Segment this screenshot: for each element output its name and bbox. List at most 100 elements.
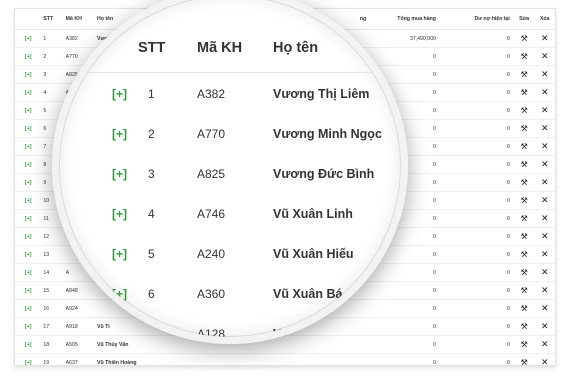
- edit-cell: ⚒: [513, 119, 535, 138]
- close-icon[interactable]: ✕: [541, 340, 549, 349]
- expand-toggle[interactable]: [+]: [15, 119, 44, 138]
- edit-tools-icon[interactable]: ⚒: [521, 160, 528, 169]
- delete-cell: ✕: [534, 335, 555, 354]
- delete-cell: ✕: [534, 47, 555, 66]
- row-du-no: 0: [439, 209, 514, 228]
- expand-toggle[interactable]: [+]: [15, 137, 44, 156]
- magnified-row: [+] 5 A240 Vũ Xuân Hiếu: [59, 246, 401, 286]
- magnified-row: [+] 6 A360 Vũ Xuân Bá: [59, 286, 401, 326]
- row-ma-kh: A637: [65, 353, 98, 365]
- expand-toggle[interactable]: [+]: [15, 65, 44, 84]
- expand-toggle[interactable]: [+]: [15, 317, 44, 336]
- edit-tools-icon[interactable]: ⚒: [521, 196, 528, 205]
- close-icon[interactable]: ✕: [541, 304, 549, 313]
- close-icon[interactable]: ✕: [541, 322, 549, 331]
- close-icon[interactable]: ✕: [541, 268, 549, 277]
- expand-toggle[interactable]: [+]: [15, 101, 44, 120]
- close-icon[interactable]: ✕: [541, 358, 549, 366]
- edit-tools-icon[interactable]: ⚒: [521, 142, 528, 151]
- magnified-ma-kh: A746: [197, 207, 226, 221]
- edit-tools-icon[interactable]: ⚒: [521, 304, 528, 313]
- magnified-ma-kh: A825: [197, 167, 226, 181]
- close-icon[interactable]: ✕: [541, 178, 549, 187]
- delete-cell: ✕: [534, 119, 555, 138]
- tong-mua-hang-column-header[interactable]: Tổng mua hàng: [369, 9, 440, 30]
- edit-cell: ⚒: [513, 47, 535, 66]
- magnified-stt: 6: [148, 287, 155, 301]
- magnified-ho-ten: Vương Thị Liêm: [273, 87, 370, 101]
- edit-cell: ⚒: [513, 173, 535, 192]
- edit-tools-icon[interactable]: ⚒: [521, 250, 528, 259]
- expand-toggle[interactable]: [+]: [15, 245, 44, 264]
- edit-cell: ⚒: [513, 137, 535, 156]
- close-icon[interactable]: ✕: [541, 88, 549, 97]
- magnified-row: [+] 4 A746 Vũ Xuân Linh: [59, 206, 401, 246]
- magnified-expand-toggle[interactable]: [+]: [112, 126, 127, 142]
- close-icon[interactable]: ✕: [541, 106, 549, 115]
- edit-tools-icon[interactable]: ⚒: [521, 268, 528, 277]
- edit-tools-icon[interactable]: ⚒: [521, 88, 528, 97]
- edit-tools-icon[interactable]: ⚒: [521, 178, 528, 187]
- close-icon[interactable]: ✕: [541, 232, 549, 241]
- magnified-expand-toggle[interactable]: [+]: [112, 206, 127, 222]
- magnified-ho-ten: Vương Đức Bình: [273, 167, 375, 181]
- xoa-column-header: Xóa: [534, 9, 555, 30]
- expand-toggle[interactable]: [+]: [15, 281, 44, 300]
- close-icon[interactable]: ✕: [541, 70, 549, 79]
- magnified-expand-toggle[interactable]: [+]: [112, 166, 127, 182]
- magnified-stt: 4: [148, 207, 155, 221]
- edit-cell: ⚒: [513, 29, 535, 48]
- edit-tools-icon[interactable]: ⚒: [521, 232, 528, 241]
- expand-toggle[interactable]: [+]: [15, 173, 44, 192]
- magnified-stt: 3: [148, 167, 155, 181]
- expand-toggle[interactable]: [+]: [15, 191, 44, 210]
- du-no-column-header[interactable]: Dư nợ hiện tại: [439, 9, 514, 30]
- expand-toggle[interactable]: [+]: [15, 335, 44, 354]
- expand-toggle[interactable]: [+]: [15, 83, 44, 102]
- magnified-expand-toggle[interactable]: [+]: [112, 246, 127, 262]
- edit-tools-icon[interactable]: ⚒: [521, 340, 528, 349]
- edit-tools-icon[interactable]: ⚒: [521, 124, 528, 133]
- close-icon[interactable]: ✕: [541, 34, 549, 43]
- magnified-expand-toggle[interactable]: [+]: [112, 86, 127, 102]
- delete-cell: ✕: [534, 353, 555, 366]
- edit-cell: ⚒: [513, 65, 535, 84]
- delete-cell: ✕: [534, 281, 555, 300]
- expand-toggle[interactable]: [+]: [15, 299, 44, 318]
- expand-toggle[interactable]: [+]: [15, 353, 44, 365]
- magnified-ho-ten-header: Họ tên: [273, 40, 319, 56]
- edit-tools-icon[interactable]: ⚒: [521, 52, 528, 61]
- close-icon[interactable]: ✕: [541, 250, 549, 259]
- close-icon[interactable]: ✕: [541, 214, 549, 223]
- expand-toggle[interactable]: [+]: [15, 155, 44, 174]
- edit-tools-icon[interactable]: ⚒: [521, 106, 528, 115]
- magnified-ma-kh: A770: [197, 127, 226, 141]
- close-icon[interactable]: ✕: [541, 124, 549, 133]
- edit-tools-icon[interactable]: ⚒: [521, 286, 528, 295]
- edit-tools-icon[interactable]: ⚒: [521, 322, 528, 331]
- expand-toggle[interactable]: [+]: [15, 227, 44, 246]
- close-icon[interactable]: ✕: [541, 160, 549, 169]
- expand-toggle[interactable]: [+]: [15, 47, 44, 66]
- close-icon[interactable]: ✕: [541, 286, 549, 295]
- row-du-no: 0: [439, 83, 514, 102]
- expand-toggle[interactable]: [+]: [15, 263, 44, 282]
- stt-column-header[interactable]: STT: [43, 9, 66, 30]
- edit-cell: ⚒: [513, 353, 535, 365]
- magnified-expand-toggle[interactable]: [+]: [112, 286, 127, 302]
- edit-tools-icon[interactable]: ⚒: [521, 358, 528, 365]
- delete-cell: ✕: [534, 101, 555, 120]
- expand-toggle[interactable]: [+]: [15, 209, 44, 228]
- close-icon[interactable]: ✕: [541, 196, 549, 205]
- magnified-header-divider: [59, 72, 401, 73]
- edit-cell: ⚒: [513, 83, 535, 102]
- edit-tools-icon[interactable]: ⚒: [521, 34, 528, 43]
- row-partial-cell: [189, 353, 370, 365]
- expand-toggle[interactable]: [+]: [15, 29, 44, 48]
- delete-cell: ✕: [534, 173, 555, 192]
- edit-tools-icon[interactable]: ⚒: [521, 70, 528, 79]
- close-icon[interactable]: ✕: [541, 52, 549, 61]
- close-icon[interactable]: ✕: [541, 142, 549, 151]
- ma-kh-column-header[interactable]: Mã KH: [65, 9, 98, 30]
- edit-tools-icon[interactable]: ⚒: [521, 214, 528, 223]
